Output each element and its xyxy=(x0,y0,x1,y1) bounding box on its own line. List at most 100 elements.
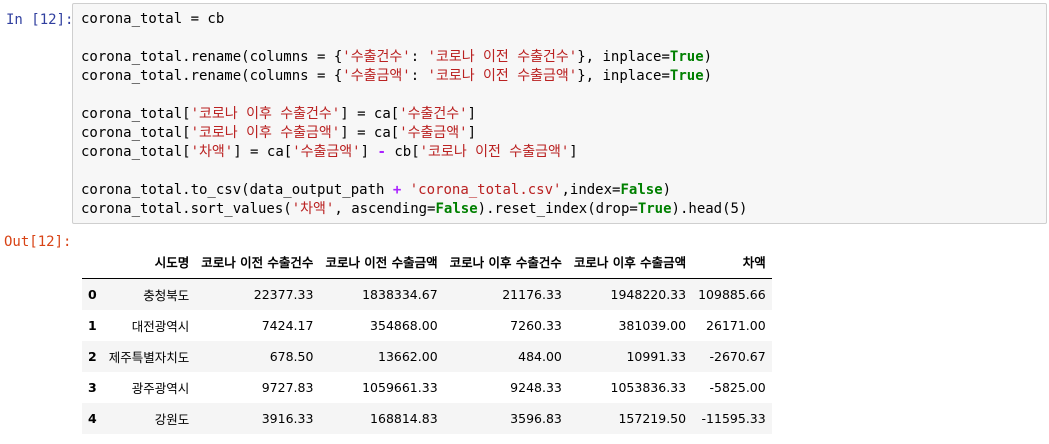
code-token: corona_total.sort_values( xyxy=(81,201,292,217)
code-token: , ascending= xyxy=(334,201,436,217)
table-cell: 21176.33 xyxy=(502,287,562,302)
code-token: corona_total.rename(columns = { xyxy=(81,68,343,84)
code-line: corona_total.rename(columns = {'수출금액': '… xyxy=(81,67,747,86)
code-token-str: 'corona_total.csv' xyxy=(409,182,562,198)
code-line: corona_total['코로나 이후 수출건수'] = ca['수출건수'] xyxy=(81,105,747,124)
code-token: : xyxy=(410,68,428,84)
code-token-str: '코로나 이전 수출금액' xyxy=(427,68,578,84)
table-cell: 1948220.33 xyxy=(610,287,687,302)
row-index: 1 xyxy=(88,318,97,333)
table-cell: 26171.00 xyxy=(706,318,766,333)
table-cell: 10991.33 xyxy=(626,349,687,364)
table-row: 4 강원도 3916.33 168814.83 3596.83 157219.50 -115… xyxy=(82,403,772,434)
code-token: ] xyxy=(360,144,378,160)
table-cell: 381039.00 xyxy=(618,318,687,333)
code-token: corona_total = cb xyxy=(81,11,225,27)
table-cell: -5825.00 xyxy=(709,380,766,395)
index-header xyxy=(82,245,103,279)
column-header: 코로나 이후 수출금액 xyxy=(567,245,693,279)
table-cell: 7260.33 xyxy=(510,318,562,333)
code-token-kw: False xyxy=(435,201,478,217)
code-token: cb[ xyxy=(385,144,420,160)
output-prompt: Out[12]: xyxy=(4,234,72,250)
table-cell: 1053836.33 xyxy=(610,380,687,395)
code-token: corona_total.rename(columns = { xyxy=(81,49,343,65)
code-token-str: '코로나 이후 수출금액' xyxy=(190,125,341,141)
output-area: 시도명 코로나 이전 수출건수 코로나 이전 수출금액 코로나 이후 수출건수 코로나 … xyxy=(82,245,772,434)
code-token-op: - xyxy=(377,144,386,160)
code-token-str: '수출금액' xyxy=(342,68,411,84)
table-cell: 157219.50 xyxy=(618,411,687,426)
code-token-kw: True xyxy=(669,49,704,65)
table-cell: 3596.83 xyxy=(510,411,562,426)
table-row: 2 제주특별자치도 678.50 13662.00 484.00 10991.33 -267… xyxy=(82,341,772,372)
code-line: corona_total.sort_values('차액', ascending… xyxy=(81,200,747,219)
code-token: ).head(5) xyxy=(671,201,748,217)
table-cell: 9727.83 xyxy=(261,380,314,395)
table-cell: 22377.33 xyxy=(253,287,314,302)
code-token: corona_total[ xyxy=(81,125,191,141)
code-token: ] xyxy=(569,144,578,160)
code-token-kw: True xyxy=(637,201,672,217)
table-cell: 354868.00 xyxy=(370,318,438,333)
code-line: corona_total['코로나 이후 수출금액'] = ca['수출금액'] xyxy=(81,124,747,143)
table-cell: 광주광역시 xyxy=(131,381,190,396)
code-token-str: '코로나 이전 수출건수' xyxy=(427,49,578,65)
column-header: 차액 xyxy=(692,245,772,279)
table-cell: 109885.66 xyxy=(698,287,766,302)
code-token: ) xyxy=(662,182,672,198)
table-cell: 대전광역시 xyxy=(131,319,190,334)
row-index: 0 xyxy=(88,287,97,302)
code-token-kw: True xyxy=(669,68,704,84)
table-cell: 9248.33 xyxy=(510,380,562,395)
table-row: 3 광주광역시 9727.83 1059661.33 9248.33 1053836.33… xyxy=(82,372,772,403)
column-header: 코로나 이전 수출건수 xyxy=(195,245,320,279)
code-token-str: '수출건수' xyxy=(342,49,411,65)
code-token-str: '코로나 이전 수출금액' xyxy=(419,144,570,160)
column-header: 코로나 이후 수출건수 xyxy=(443,245,568,279)
dataframe-table: 시도명 코로나 이전 수출건수 코로나 이전 수출금액 코로나 이후 수출건수 코로나 … xyxy=(82,245,772,434)
code-token: ] = ca[ xyxy=(233,144,293,160)
code-token: corona_total[ xyxy=(81,144,191,160)
code-token: ).reset_index(drop= xyxy=(477,201,638,217)
code-token-str: '차액' xyxy=(291,201,335,217)
code-input-area[interactable]: corona_total = cb corona_total.rename(col… xyxy=(72,3,1047,224)
table-cell: 충청북도 xyxy=(143,288,190,303)
table-cell: 13662.00 xyxy=(378,349,438,364)
row-index: 3 xyxy=(88,380,97,395)
table-cell: 1059661.33 xyxy=(362,380,438,395)
table-cell: -2670.67 xyxy=(709,349,766,364)
table-cell: 강원도 xyxy=(154,412,190,427)
column-header: 코로나 이전 수출금액 xyxy=(319,245,444,279)
table-cell: 168814.83 xyxy=(370,411,438,426)
table-cell: 484.00 xyxy=(518,349,562,364)
code-token: }, inplace= xyxy=(577,68,670,84)
code-editor[interactable]: corona_total = cb corona_total.rename(col… xyxy=(81,10,747,219)
code-token: corona_total.to_csv(data_output_path xyxy=(81,182,393,198)
code-line: corona_total = cb xyxy=(81,10,747,29)
code-token: ] xyxy=(467,125,477,141)
code-token: ] = ca[ xyxy=(340,106,400,122)
code-token: ,index= xyxy=(561,182,621,198)
code-token-kw: False xyxy=(620,182,663,198)
code-token-str: '수출금액' xyxy=(292,144,361,160)
table-row: 0 충청북도 22377.33 1838334.67 21176.33 1948220.3… xyxy=(82,278,772,310)
table-cell: -11595.33 xyxy=(701,411,766,426)
table-header-row: 시도명 코로나 이전 수출건수 코로나 이전 수출금액 코로나 이후 수출건수 코로나 … xyxy=(82,245,772,279)
column-header: 시도명 xyxy=(102,245,196,279)
code-token: ] xyxy=(467,106,477,122)
table-body: 0 충청북도 22377.33 1838334.67 21176.33 1948220.3… xyxy=(82,278,772,434)
table-cell: 7424.17 xyxy=(261,318,314,333)
code-token: ) xyxy=(703,49,713,65)
table-cell: 1838334.67 xyxy=(362,287,438,302)
input-prompt: In [12]: xyxy=(6,12,74,28)
code-token-str: '차액' xyxy=(190,144,234,160)
code-token: }, inplace= xyxy=(577,49,670,65)
table-cell: 3916.33 xyxy=(261,411,314,426)
code-token-str: '코로나 이후 수출건수' xyxy=(190,106,341,122)
row-index: 4 xyxy=(88,411,97,426)
